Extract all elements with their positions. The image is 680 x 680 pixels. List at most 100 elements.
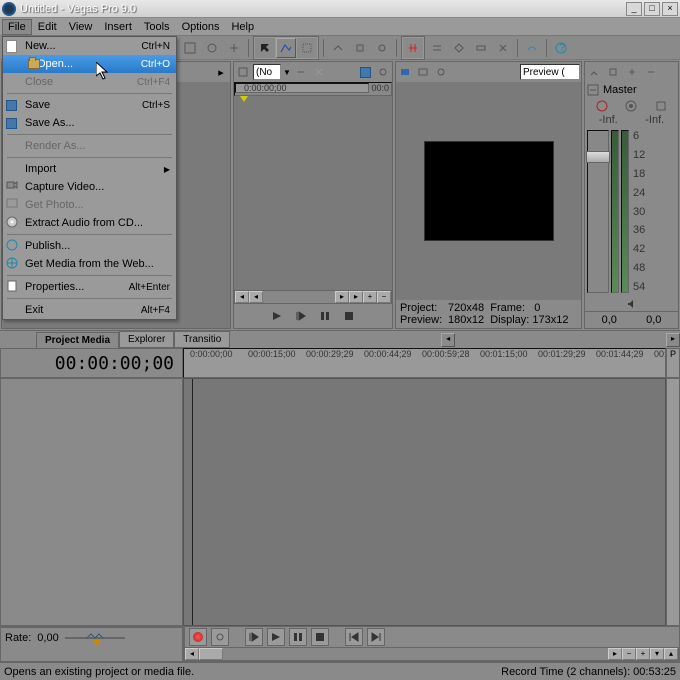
help-icon[interactable]: ?	[551, 38, 571, 58]
menu-import[interactable]: Import▶	[3, 160, 176, 178]
rate-value: 0,00	[37, 632, 58, 644]
menu-save[interactable]: SaveCtrl+S	[3, 96, 176, 114]
panel-tabs: Project Media Explorer Transitio ◂ ▸	[0, 330, 680, 348]
route-icon[interactable]	[655, 100, 667, 112]
toolbar-btn[interactable]	[372, 38, 392, 58]
menu-save-as[interactable]: Save As...	[3, 114, 176, 132]
marker-icon[interactable]	[240, 96, 248, 102]
speaker-icon[interactable]	[627, 299, 637, 309]
menu-close[interactable]: CloseCtrl+F4	[3, 73, 176, 91]
master-btn[interactable]	[624, 64, 640, 80]
master-btn[interactable]	[586, 64, 602, 80]
trimmer-dropdown[interactable]: (No	[253, 64, 281, 80]
menu-view[interactable]: View	[63, 19, 99, 35]
toolbar-btn[interactable]	[224, 38, 244, 58]
toolbar-btn[interactable]	[427, 38, 447, 58]
panel-btn[interactable]	[375, 64, 391, 80]
status-bar: Opens an existing project or media file.…	[0, 662, 680, 680]
menu-extract-audio[interactable]: Extract Audio from CD...	[3, 214, 176, 232]
maximize-button[interactable]: □	[644, 2, 660, 16]
panel-btn[interactable]	[293, 64, 309, 80]
loop-button[interactable]	[211, 628, 229, 646]
timeline-ruler[interactable]: 0:00:00;00 00:00:15;00 00:00:29;29 00:00…	[183, 348, 666, 378]
save-icon	[6, 100, 17, 111]
timeline-timecode[interactable]: 00:00:00;00	[1, 349, 182, 377]
stop-button[interactable]	[340, 308, 358, 324]
menu-help[interactable]: Help	[225, 19, 260, 35]
go-start-button[interactable]	[345, 628, 363, 646]
file-menu-dropdown: New...Ctrl+N Open...Ctrl+O CloseCtrl+F4 …	[2, 36, 177, 320]
title-bar: Untitled - Vegas Pro 9.0 _ □ ×	[0, 0, 680, 18]
timeline-marker-p[interactable]: P	[666, 348, 680, 378]
menu-capture-video[interactable]: Capture Video...	[3, 178, 176, 196]
panel-btn[interactable]: ▸	[213, 64, 229, 80]
menu-file[interactable]: File	[2, 19, 32, 35]
menu-new[interactable]: New...Ctrl+N	[3, 37, 176, 55]
rate-slider[interactable]	[65, 632, 125, 644]
app-icon	[2, 2, 16, 16]
toolbar-btn[interactable]	[180, 38, 200, 58]
tab-transitions[interactable]: Transitio	[174, 331, 230, 348]
pause-button[interactable]	[289, 628, 307, 646]
pointer-tool-icon[interactable]	[255, 38, 275, 58]
toolbar-btn[interactable]	[328, 38, 348, 58]
snap-tool-icon[interactable]	[403, 38, 423, 58]
pause-button[interactable]	[316, 308, 334, 324]
timeline-vscroll[interactable]	[666, 378, 680, 626]
toolbar-btn[interactable]	[449, 38, 469, 58]
menu-open[interactable]: Open...Ctrl+O	[3, 55, 176, 73]
timeline-hscroll[interactable]: ◂ ▸ − + ▾ ▴	[184, 647, 679, 661]
menu-get-photo[interactable]: Get Photo...	[3, 196, 176, 214]
menu-exit[interactable]: ExitAlt+F4	[3, 301, 176, 319]
gear-icon[interactable]	[625, 100, 637, 112]
master-fader[interactable]	[587, 130, 609, 293]
master-btn[interactable]	[643, 64, 659, 80]
play-from-start-button[interactable]	[245, 628, 263, 646]
trimmer-scrollbar[interactable]: ◂◂ ▸▸ +−	[234, 290, 392, 304]
panel-btn[interactable]	[311, 64, 327, 80]
expand-icon[interactable]	[587, 84, 599, 96]
menu-render-as[interactable]: Render As...	[3, 137, 176, 155]
tab-project-media[interactable]: Project Media	[36, 332, 119, 348]
preview-quality-dropdown[interactable]: Preview (	[520, 64, 580, 80]
trimmer-timecode-end: 00:0	[369, 83, 391, 95]
menu-edit[interactable]: Edit	[32, 19, 63, 35]
stop-button[interactable]	[311, 628, 329, 646]
menu-properties[interactable]: Properties...Alt+Enter	[3, 278, 176, 296]
toolbar-btn[interactable]	[202, 38, 222, 58]
minimize-button[interactable]: _	[626, 2, 642, 16]
mute-icon[interactable]	[596, 100, 608, 112]
envelope-tool-icon[interactable]	[276, 38, 296, 58]
timeline-tracks[interactable]	[183, 378, 666, 626]
record-button[interactable]	[189, 628, 207, 646]
open-folder-icon	[28, 59, 40, 69]
preview-panel: Preview ( Project:720x48 Frame: 0 Previe…	[395, 61, 582, 329]
panel-btn[interactable]	[433, 64, 449, 80]
toolbar-btn[interactable]	[350, 38, 370, 58]
go-end-button[interactable]	[367, 628, 385, 646]
tab-scroll-left[interactable]: ◂	[441, 333, 455, 347]
menu-tools[interactable]: Tools	[138, 19, 176, 35]
panel-btn[interactable]	[415, 64, 431, 80]
toolbar-btn[interactable]	[493, 38, 513, 58]
menu-get-media-web[interactable]: Get Media from the Web...	[3, 255, 176, 273]
status-record-time: Record Time (2 channels): 00:53:25	[501, 666, 676, 678]
play-button[interactable]	[268, 308, 286, 324]
play-button[interactable]	[267, 628, 285, 646]
menu-publish[interactable]: Publish...	[3, 237, 176, 255]
tab-explorer[interactable]: Explorer	[119, 331, 174, 348]
toolbar-btn[interactable]	[471, 38, 491, 58]
tab-scroll-right[interactable]: ▸	[666, 333, 680, 347]
selection-tool-icon[interactable]	[297, 38, 317, 58]
menu-options[interactable]: Options	[176, 19, 226, 35]
close-button[interactable]: ×	[662, 2, 678, 16]
panel-btn[interactable]	[357, 64, 373, 80]
panel-btn[interactable]	[397, 64, 413, 80]
playhead[interactable]	[192, 379, 193, 625]
master-btn[interactable]	[605, 64, 621, 80]
play-from-start-button[interactable]	[292, 308, 310, 324]
toolbar-btn[interactable]	[522, 38, 542, 58]
track-list[interactable]	[0, 378, 183, 626]
panel-btn[interactable]	[235, 64, 251, 80]
menu-insert[interactable]: Insert	[98, 19, 138, 35]
